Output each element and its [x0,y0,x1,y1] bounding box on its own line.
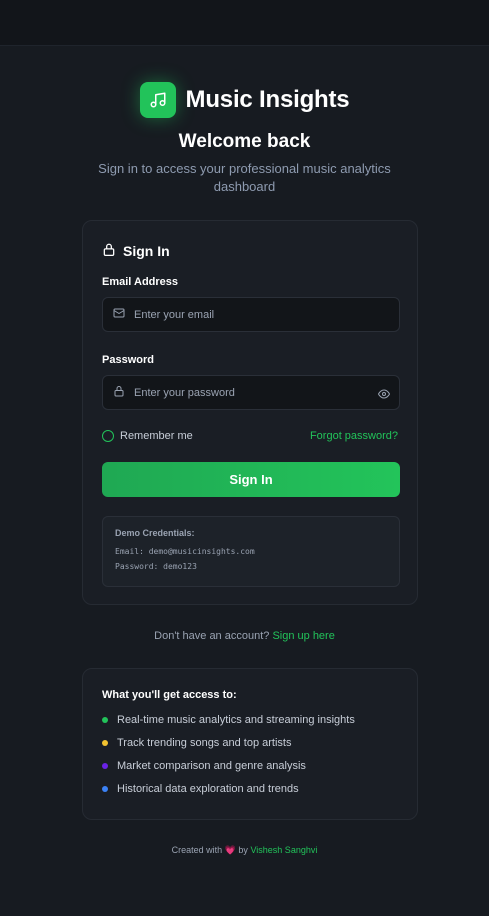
heart-icon: 💗 [224,845,236,855]
remember-me[interactable]: Remember me [102,430,193,442]
email-label: Email Address [102,276,179,288]
lock-icon [113,384,125,402]
signin-card: Sign In Email Address Password Remember … [82,220,418,605]
password-field[interactable] [134,386,399,399]
remember-me-label: Remember me [120,430,193,442]
eye-icon[interactable] [378,387,390,405]
lock-icon [102,242,116,260]
feature-label: Historical data exploration and trends [117,783,299,795]
feature-label: Real-time music analytics and streaming … [117,714,355,726]
list-item: Track trending songs and top artists [102,737,398,749]
list-item: Market comparison and genre analysis [102,760,398,772]
demo-email: Email: demo@musicinsights.com [115,547,255,556]
password-label: Password [102,354,154,366]
footer: Created with 💗 by Vishesh Sanghvi [0,845,489,856]
page-subtitle: Sign in to access your professional musi… [98,161,391,194]
author-link[interactable]: Vishesh Sanghvi [250,845,317,855]
bullet-dot [102,763,108,769]
demo-credentials-box: Demo Credentials: Email: demo@musicinsig… [102,516,400,587]
signup-link[interactable]: Sign up here [272,630,334,642]
list-item: Real-time music analytics and streaming … [102,714,398,726]
footer-by: by [238,845,248,855]
footer-prefix: Created with [171,845,223,855]
features-card: What you'll get access to: Real-time mus… [82,668,418,820]
feature-label: Track trending songs and top artists [117,737,292,749]
page-title: Welcome back [178,131,311,152]
list-item: Historical data exploration and trends [102,783,398,795]
password-field-wrapper [102,375,400,410]
bullet-dot [102,717,108,723]
feature-label: Market comparison and genre analysis [117,760,306,772]
signin-card-title-text: Sign In [123,243,170,259]
features-title: What you'll get access to: [102,689,237,701]
top-bar [0,0,489,46]
email-field-wrapper [102,297,400,332]
demo-password: Password: demo123 [115,562,197,571]
brand: Music Insights [0,82,489,118]
app-name: Music Insights [185,86,350,113]
music-note-icon [139,82,176,118]
demo-credentials-title: Demo Credentials: [115,528,195,538]
signin-card-title: Sign In [102,242,170,260]
signin-button[interactable]: Sign In [102,462,400,497]
mail-icon [113,306,125,324]
forgot-password-link[interactable]: Forgot password? [310,430,398,442]
remember-me-checkbox[interactable] [102,430,114,442]
signup-prompt: Don't have an account? Sign up here [0,630,489,642]
bullet-dot [102,740,108,746]
email-field[interactable] [134,308,399,321]
bullet-dot [102,786,108,792]
signup-prompt-text: Don't have an account? [154,630,270,642]
